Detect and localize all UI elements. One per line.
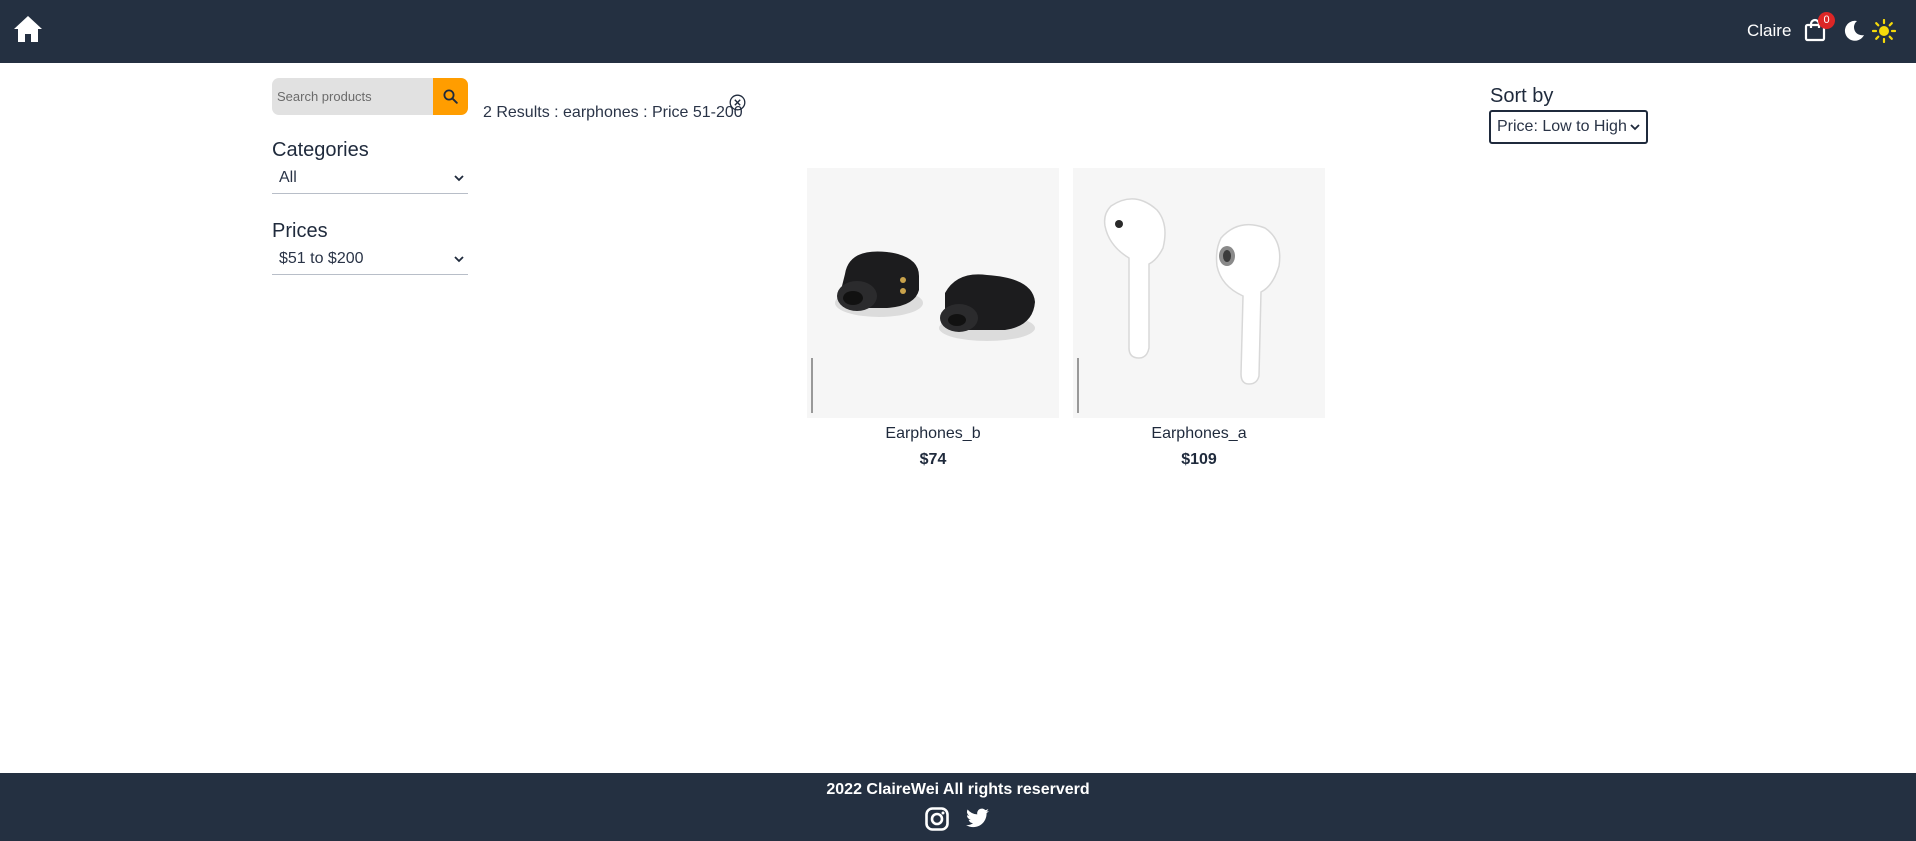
earbuds-image xyxy=(807,168,1059,418)
results-summary: 2 Results : earphones : Price 51-200 xyxy=(483,104,743,121)
twitter-icon[interactable] xyxy=(965,808,990,830)
instagram-icon[interactable] xyxy=(925,807,949,831)
sort-selected-value: Price: Low to High xyxy=(1497,118,1627,135)
clear-filter-icon[interactable] xyxy=(729,94,746,111)
search-icon xyxy=(443,89,458,104)
product-card[interactable]: Earphones_b $74 xyxy=(807,168,1059,469)
chevron-down-icon xyxy=(454,175,464,182)
sort-select[interactable]: Price: Low to High xyxy=(1489,110,1648,144)
footer: 2022 ClaireWei All rights reserverd xyxy=(0,773,1916,841)
earbuds-image xyxy=(1073,168,1325,418)
search-bar xyxy=(272,78,468,115)
prices-selected-value: $51 to $200 xyxy=(279,250,364,267)
product-price: $74 xyxy=(919,451,947,468)
product-price: $109 xyxy=(1181,451,1217,468)
product-image-earbuds-white[interactable] xyxy=(1073,168,1325,418)
product-card[interactable]: Earphones_a $109 xyxy=(1073,168,1325,469)
chevron-down-icon xyxy=(454,256,464,263)
chevron-down-icon xyxy=(1630,124,1640,131)
search-button[interactable] xyxy=(433,78,468,115)
home-icon[interactable] xyxy=(13,15,43,43)
user-name-link[interactable]: Claire xyxy=(1747,21,1791,41)
product-name[interactable]: Earphones_b xyxy=(807,425,1059,443)
top-navbar: Claire 0 xyxy=(0,0,1916,63)
prices-select[interactable]: $51 to $200 xyxy=(272,247,468,275)
footer-copyright: 2022 ClaireWei All rights reserverd xyxy=(826,781,1090,798)
categories-select[interactable]: All xyxy=(272,166,468,194)
moon-icon[interactable] xyxy=(1843,20,1865,42)
sun-icon[interactable] xyxy=(1872,19,1896,43)
product-name[interactable]: Earphones_a xyxy=(1073,425,1325,443)
categories-title: Categories xyxy=(272,139,369,161)
sort-label: Sort by xyxy=(1490,85,1554,107)
product-image-earbuds-black[interactable] xyxy=(807,168,1059,418)
categories-selected-value: All xyxy=(279,169,297,186)
search-input[interactable] xyxy=(272,78,433,115)
prices-title: Prices xyxy=(272,220,328,242)
cart-count-badge: 0 xyxy=(1818,12,1835,29)
